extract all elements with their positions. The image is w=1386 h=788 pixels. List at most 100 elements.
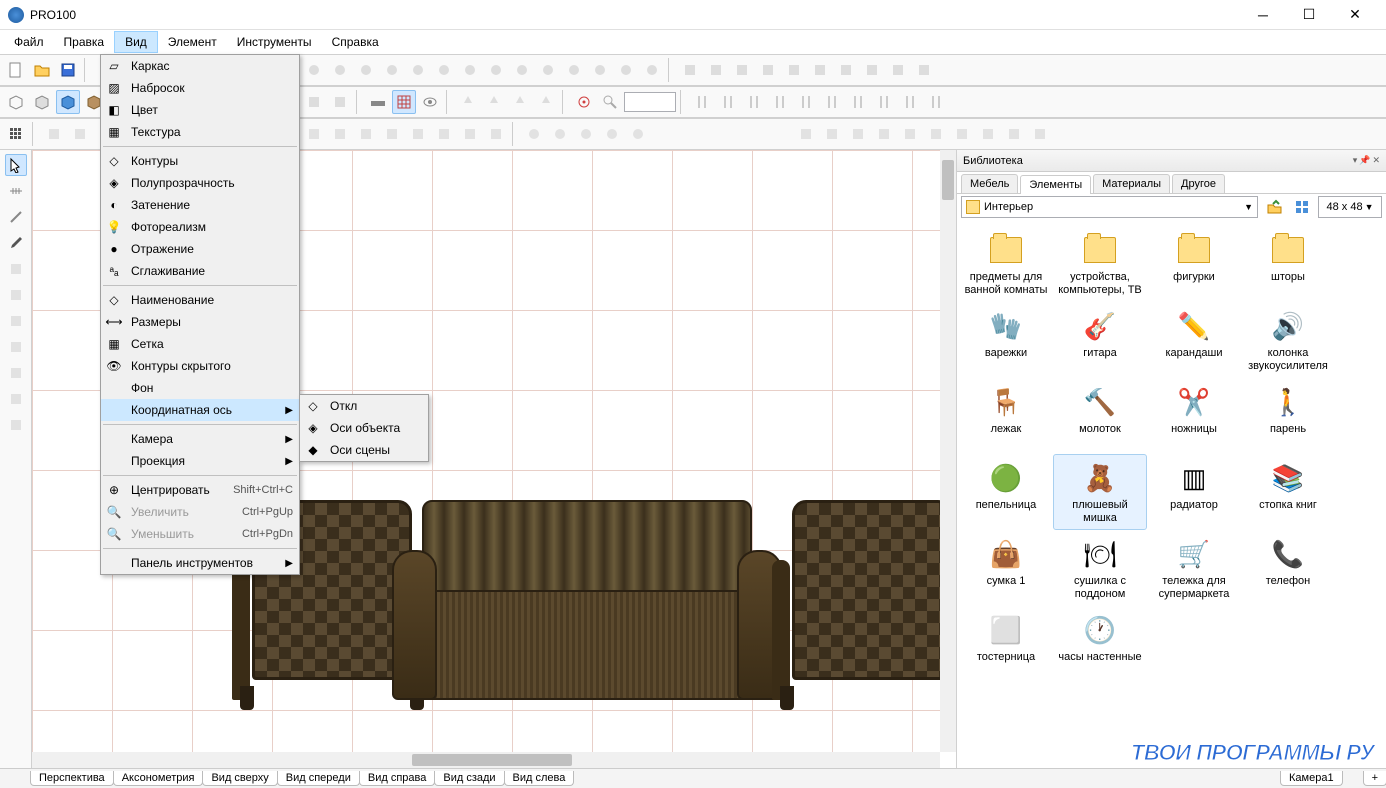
- menu-item-projection[interactable]: Проекция▶: [101, 450, 299, 472]
- library-item[interactable]: 🍽сушилка с поддоном: [1053, 530, 1147, 606]
- toolbar-button[interactable]: [730, 58, 754, 82]
- view-tab[interactable]: Перспектива: [30, 771, 114, 786]
- library-item[interactable]: ▥радиатор: [1147, 454, 1241, 530]
- cube-wire-button[interactable]: [4, 90, 28, 114]
- menu-item-photoreal[interactable]: 💡Фотореализм: [101, 216, 299, 238]
- toolbar-button[interactable]: [846, 122, 870, 146]
- zoom-button[interactable]: [598, 90, 622, 114]
- toolbar-button[interactable]: [898, 90, 922, 114]
- view-tab[interactable]: Вид справа: [359, 771, 436, 786]
- cube-solid-button[interactable]: [56, 90, 80, 114]
- toolbar-button[interactable]: [42, 122, 66, 146]
- library-tab[interactable]: Материалы: [1093, 174, 1170, 193]
- grid-small-button[interactable]: [4, 122, 28, 146]
- toolbar-button[interactable]: [872, 122, 896, 146]
- toolbar-button[interactable]: [302, 122, 326, 146]
- toolbar-button[interactable]: [302, 58, 326, 82]
- menu-Инструменты[interactable]: Инструменты: [227, 32, 322, 52]
- pin-icon[interactable]: 📌: [1359, 155, 1370, 166]
- panel-menu-icon[interactable]: ▾: [1353, 155, 1358, 166]
- menu-Файл[interactable]: Файл: [4, 32, 54, 52]
- toolbar-button[interactable]: [742, 90, 766, 114]
- toolbar-button[interactable]: [808, 58, 832, 82]
- library-item[interactable]: 🛒тележка для супермаркета: [1147, 530, 1241, 606]
- line-tool[interactable]: [5, 206, 27, 228]
- tool-button[interactable]: [5, 284, 27, 306]
- menu-item-name-tag[interactable]: ◇Наименование: [101, 289, 299, 311]
- armchair-right[interactable]: [772, 500, 956, 710]
- menu-item-axis[interactable]: Координатная ось▶: [101, 399, 299, 421]
- toolbar-button[interactable]: [510, 58, 534, 82]
- library-item[interactable]: ✏️карандаши: [1147, 302, 1241, 378]
- toolbar-button[interactable]: [912, 58, 936, 82]
- library-tab[interactable]: Мебель: [961, 174, 1018, 193]
- toolbar-button[interactable]: [458, 122, 482, 146]
- toolbar-button[interactable]: [432, 122, 456, 146]
- toolbar-button[interactable]: [484, 122, 508, 146]
- library-item[interactable]: 🪑лежак: [959, 378, 1053, 454]
- toolbar-button[interactable]: [924, 122, 948, 146]
- toolbar-button[interactable]: [782, 58, 806, 82]
- menu-Справка[interactable]: Справка: [322, 32, 389, 52]
- library-item[interactable]: 🔨молоток: [1053, 378, 1147, 454]
- menu-item-reflection[interactable]: ●Отражение: [101, 238, 299, 260]
- menu-item-center[interactable]: ⊕ЦентрироватьShift+Ctrl+C: [101, 479, 299, 501]
- toolbar-button[interactable]: [626, 122, 650, 146]
- toolbar-button[interactable]: [860, 58, 884, 82]
- tool-button[interactable]: [5, 388, 27, 410]
- toolbar-button[interactable]: [354, 122, 378, 146]
- new-file-button[interactable]: [4, 58, 28, 82]
- menu-item-background[interactable]: Фон: [101, 377, 299, 399]
- cube-button[interactable]: [30, 90, 54, 114]
- toolbar-button[interactable]: [458, 58, 482, 82]
- toolbar-button[interactable]: [328, 58, 352, 82]
- menu-item-grid[interactable]: ▦Сетка: [101, 333, 299, 355]
- library-item[interactable]: 🧤варежки: [959, 302, 1053, 378]
- toolbar-button[interactable]: [820, 90, 844, 114]
- toolbar-button[interactable]: [640, 58, 664, 82]
- toolbar-button[interactable]: [834, 58, 858, 82]
- view-tab[interactable]: Вид спереди: [277, 771, 360, 786]
- toolbar-button[interactable]: [716, 90, 740, 114]
- library-item[interactable]: 🔊колонка звукоусилителя: [1241, 302, 1335, 378]
- view-tab[interactable]: Вид слева: [504, 771, 575, 786]
- toolbar-button[interactable]: [690, 90, 714, 114]
- open-file-button[interactable]: [30, 58, 54, 82]
- toolbar-button[interactable]: [522, 122, 546, 146]
- library-item[interactable]: устройства, компьютеры, ТВ: [1053, 226, 1147, 302]
- tool-button[interactable]: [5, 362, 27, 384]
- minimize-button[interactable]: ─: [1240, 0, 1286, 30]
- library-item[interactable]: шторы: [1241, 226, 1335, 302]
- toolbar-button[interactable]: [432, 58, 456, 82]
- thumb-size-combo[interactable]: 48 x 48▼: [1318, 196, 1382, 218]
- toolbar-button[interactable]: [872, 90, 896, 114]
- horizontal-scrollbar[interactable]: [32, 752, 940, 768]
- library-item[interactable]: фигурки: [1147, 226, 1241, 302]
- toolbar-button[interactable]: [588, 58, 612, 82]
- toolbar-button[interactable]: [328, 90, 352, 114]
- maximize-button[interactable]: ☐: [1286, 0, 1332, 30]
- library-tab[interactable]: Другое: [1172, 174, 1225, 193]
- toolbar-button[interactable]: [600, 122, 624, 146]
- library-item[interactable]: предметы для ванной комнаты: [959, 226, 1053, 302]
- library-item[interactable]: 🟢пепельница: [959, 454, 1053, 530]
- toolbar-button[interactable]: [1002, 122, 1026, 146]
- library-tab[interactable]: Элементы: [1020, 175, 1091, 194]
- library-item[interactable]: 🧸плюшевый мишка: [1053, 454, 1147, 530]
- library-item[interactable]: 📚стопка книг: [1241, 454, 1335, 530]
- menu-item-sketch[interactable]: ▨Набросок: [101, 77, 299, 99]
- toolbar-button[interactable]: [406, 122, 430, 146]
- toolbar-button[interactable]: [574, 122, 598, 146]
- tool-button[interactable]: [5, 310, 27, 332]
- menu-item-hidden-contours[interactable]: 👁Контуры скрытого: [101, 355, 299, 377]
- toolbar-button[interactable]: [354, 58, 378, 82]
- toolbar-button[interactable]: [950, 122, 974, 146]
- tool-button[interactable]: [5, 336, 27, 358]
- menu-item-color[interactable]: ◧Цвет: [101, 99, 299, 121]
- menu-item-transparency[interactable]: ◈Полупрозрачность: [101, 172, 299, 194]
- toolbar-button[interactable]: [380, 58, 404, 82]
- view-tab[interactable]: Вид сзади: [434, 771, 504, 786]
- library-item[interactable]: 📞телефон: [1241, 530, 1335, 606]
- toolbar-button[interactable]: [508, 90, 532, 114]
- library-item[interactable]: 🎸гитара: [1053, 302, 1147, 378]
